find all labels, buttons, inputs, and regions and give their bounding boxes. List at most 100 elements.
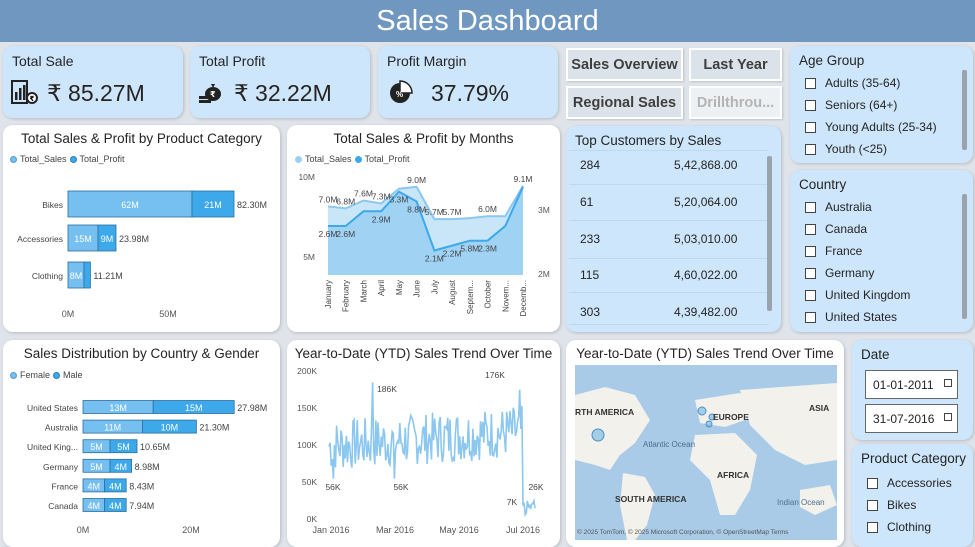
country-option[interactable]: Canada: [805, 222, 867, 236]
y-tick-label: 3M: [538, 205, 550, 215]
data-label: 8.8M: [407, 205, 426, 215]
money-bag-icon: ₹: [199, 84, 221, 103]
country-gender-chart: Sales Distribution by Country & Gender F…: [3, 340, 280, 547]
map-bubble[interactable]: [591, 428, 605, 442]
total-label: 8.43M: [129, 481, 154, 491]
checkbox[interactable]: [805, 289, 816, 301]
age-group-option[interactable]: Seniors (64+): [805, 98, 897, 112]
checkbox[interactable]: [805, 121, 816, 133]
country-option[interactable]: Germany: [805, 266, 874, 280]
data-label: 5.7M: [425, 207, 444, 217]
age-group-option[interactable]: Adults (35-64): [805, 76, 900, 90]
category-option[interactable]: Bikes: [867, 498, 916, 512]
map-attribution[interactable]: © 2025 TomTom, © 2025 Microsoft Corporat…: [577, 528, 789, 536]
row-divider: [569, 292, 769, 293]
checkbox[interactable]: [805, 311, 816, 323]
age-group-option[interactable]: Young Adults (25-34): [805, 120, 937, 134]
x-tick-label: October: [484, 280, 493, 309]
checkbox[interactable]: [805, 267, 816, 279]
bar-label: 10M: [161, 423, 179, 433]
map-label: Indian Ocean: [777, 498, 825, 507]
category-option-label: Clothing: [887, 520, 932, 534]
category-option[interactable]: Accessories: [867, 476, 952, 490]
age-group-title: Age Group: [799, 53, 865, 68]
country-option-label: Canada: [825, 222, 868, 236]
x-tick-label: 50M: [159, 309, 177, 319]
report-icon: ₹: [11, 80, 38, 104]
checkbox[interactable]: [805, 77, 816, 89]
bar-label: 62M: [121, 200, 139, 210]
row-divider: [569, 258, 769, 259]
world-map[interactable]: RTH AMERICA EUROPE ASIA Atlantic Ocean A…: [575, 365, 837, 540]
map-bubble[interactable]: [705, 420, 713, 428]
customer-sales: 4,60,022.00: [674, 268, 738, 282]
age-group-scrollbar[interactable]: [962, 70, 967, 150]
last-year-button[interactable]: Last Year: [689, 48, 782, 81]
x-tick-label: January: [324, 280, 333, 308]
top-customers-scrollbar[interactable]: [767, 156, 772, 311]
customer-id: 303: [580, 305, 601, 319]
top-customers-title: Top Customers by Sales: [575, 133, 722, 148]
kpi-total-profit: Total Profit ₹ ₹ 32.22M: [190, 46, 370, 118]
data-label: 2.3M: [478, 244, 497, 254]
map-bubble[interactable]: [697, 406, 707, 416]
bar-label: 4M: [115, 462, 128, 472]
y-tick-label: 100K: [297, 440, 317, 450]
svg-text:%: %: [396, 90, 403, 99]
calendar-icon[interactable]: [944, 379, 952, 387]
total-label: 11.21M: [93, 271, 122, 281]
checkbox[interactable]: [867, 499, 878, 511]
sales-overview-button[interactable]: Sales Overview: [566, 48, 683, 81]
x-tick-label: Jan 2016: [312, 525, 349, 535]
bar-label: 15M: [74, 234, 92, 244]
category-option[interactable]: Clothing: [867, 520, 931, 534]
bar-label: 4M: [88, 481, 101, 491]
map-label: EUROPE: [713, 412, 749, 422]
category-label: France: [52, 481, 79, 491]
country-option-label: United Kingdom: [825, 288, 911, 302]
checkbox[interactable]: [805, 201, 816, 213]
country-option[interactable]: United States: [805, 310, 897, 324]
data-label: 6.8M: [336, 196, 355, 206]
months-svg: 7.0M6.8M7.6M7.3M 9.0M 5.7M5.7M 6.0M 9.1M 2.6M…: [298, 172, 550, 316]
bar-label: 4M: [109, 481, 122, 491]
kpi-total-sale-value: ₹ 85.27M: [47, 80, 145, 106]
data-label: 7.6M: [354, 189, 373, 199]
row-divider: [569, 150, 769, 151]
bar-label: 4M: [109, 501, 122, 511]
customer-id: 61: [580, 195, 594, 209]
kpi-total-profit-value: ₹ 32.22M: [234, 80, 332, 106]
x-tick-label: March: [359, 280, 368, 302]
top-customers-table: Top Customers by Sales 284 5,42,868.00 6…: [566, 126, 781, 332]
customer-id: 233: [580, 232, 601, 246]
country-option[interactable]: United Kingdom: [805, 288, 910, 302]
dashboard-header: Sales Dashboard: [0, 0, 975, 42]
start-date-input[interactable]: 01-01-2011: [865, 370, 958, 399]
calendar-icon[interactable]: [944, 413, 952, 421]
country-option[interactable]: Australia: [805, 200, 872, 214]
bar-segment: [83, 261, 91, 289]
x-tick-label: February: [342, 280, 351, 312]
x-tick-label: April: [377, 280, 386, 296]
drillthrough-button[interactable]: Drillthrou...: [689, 86, 782, 119]
checkbox[interactable]: [805, 223, 816, 235]
product-category-chart: Total Sales & Profit by Product Category…: [3, 125, 280, 332]
y-tick-label: 0K: [307, 514, 318, 524]
checkbox[interactable]: [805, 143, 816, 155]
checkbox[interactable]: [805, 99, 816, 111]
total-label: 8.98M: [135, 462, 160, 472]
x-tick-label: Jul 2016: [506, 525, 540, 535]
kpi-total-sale-label: Total Sale: [12, 53, 74, 69]
data-label: 2.2M: [443, 249, 462, 259]
map-label: Atlantic Ocean: [643, 440, 695, 449]
regional-sales-button[interactable]: Regional Sales: [566, 86, 683, 119]
y-tick-label: 150K: [297, 403, 317, 413]
total-label: 10.65M: [140, 442, 170, 452]
checkbox[interactable]: [805, 245, 816, 257]
checkbox[interactable]: [867, 521, 878, 533]
country-scrollbar[interactable]: [962, 194, 967, 319]
age-group-option[interactable]: Youth (<25): [805, 142, 887, 156]
country-option[interactable]: France: [805, 244, 862, 258]
checkbox[interactable]: [867, 477, 878, 489]
end-date-input[interactable]: 31-07-2016: [865, 404, 958, 433]
